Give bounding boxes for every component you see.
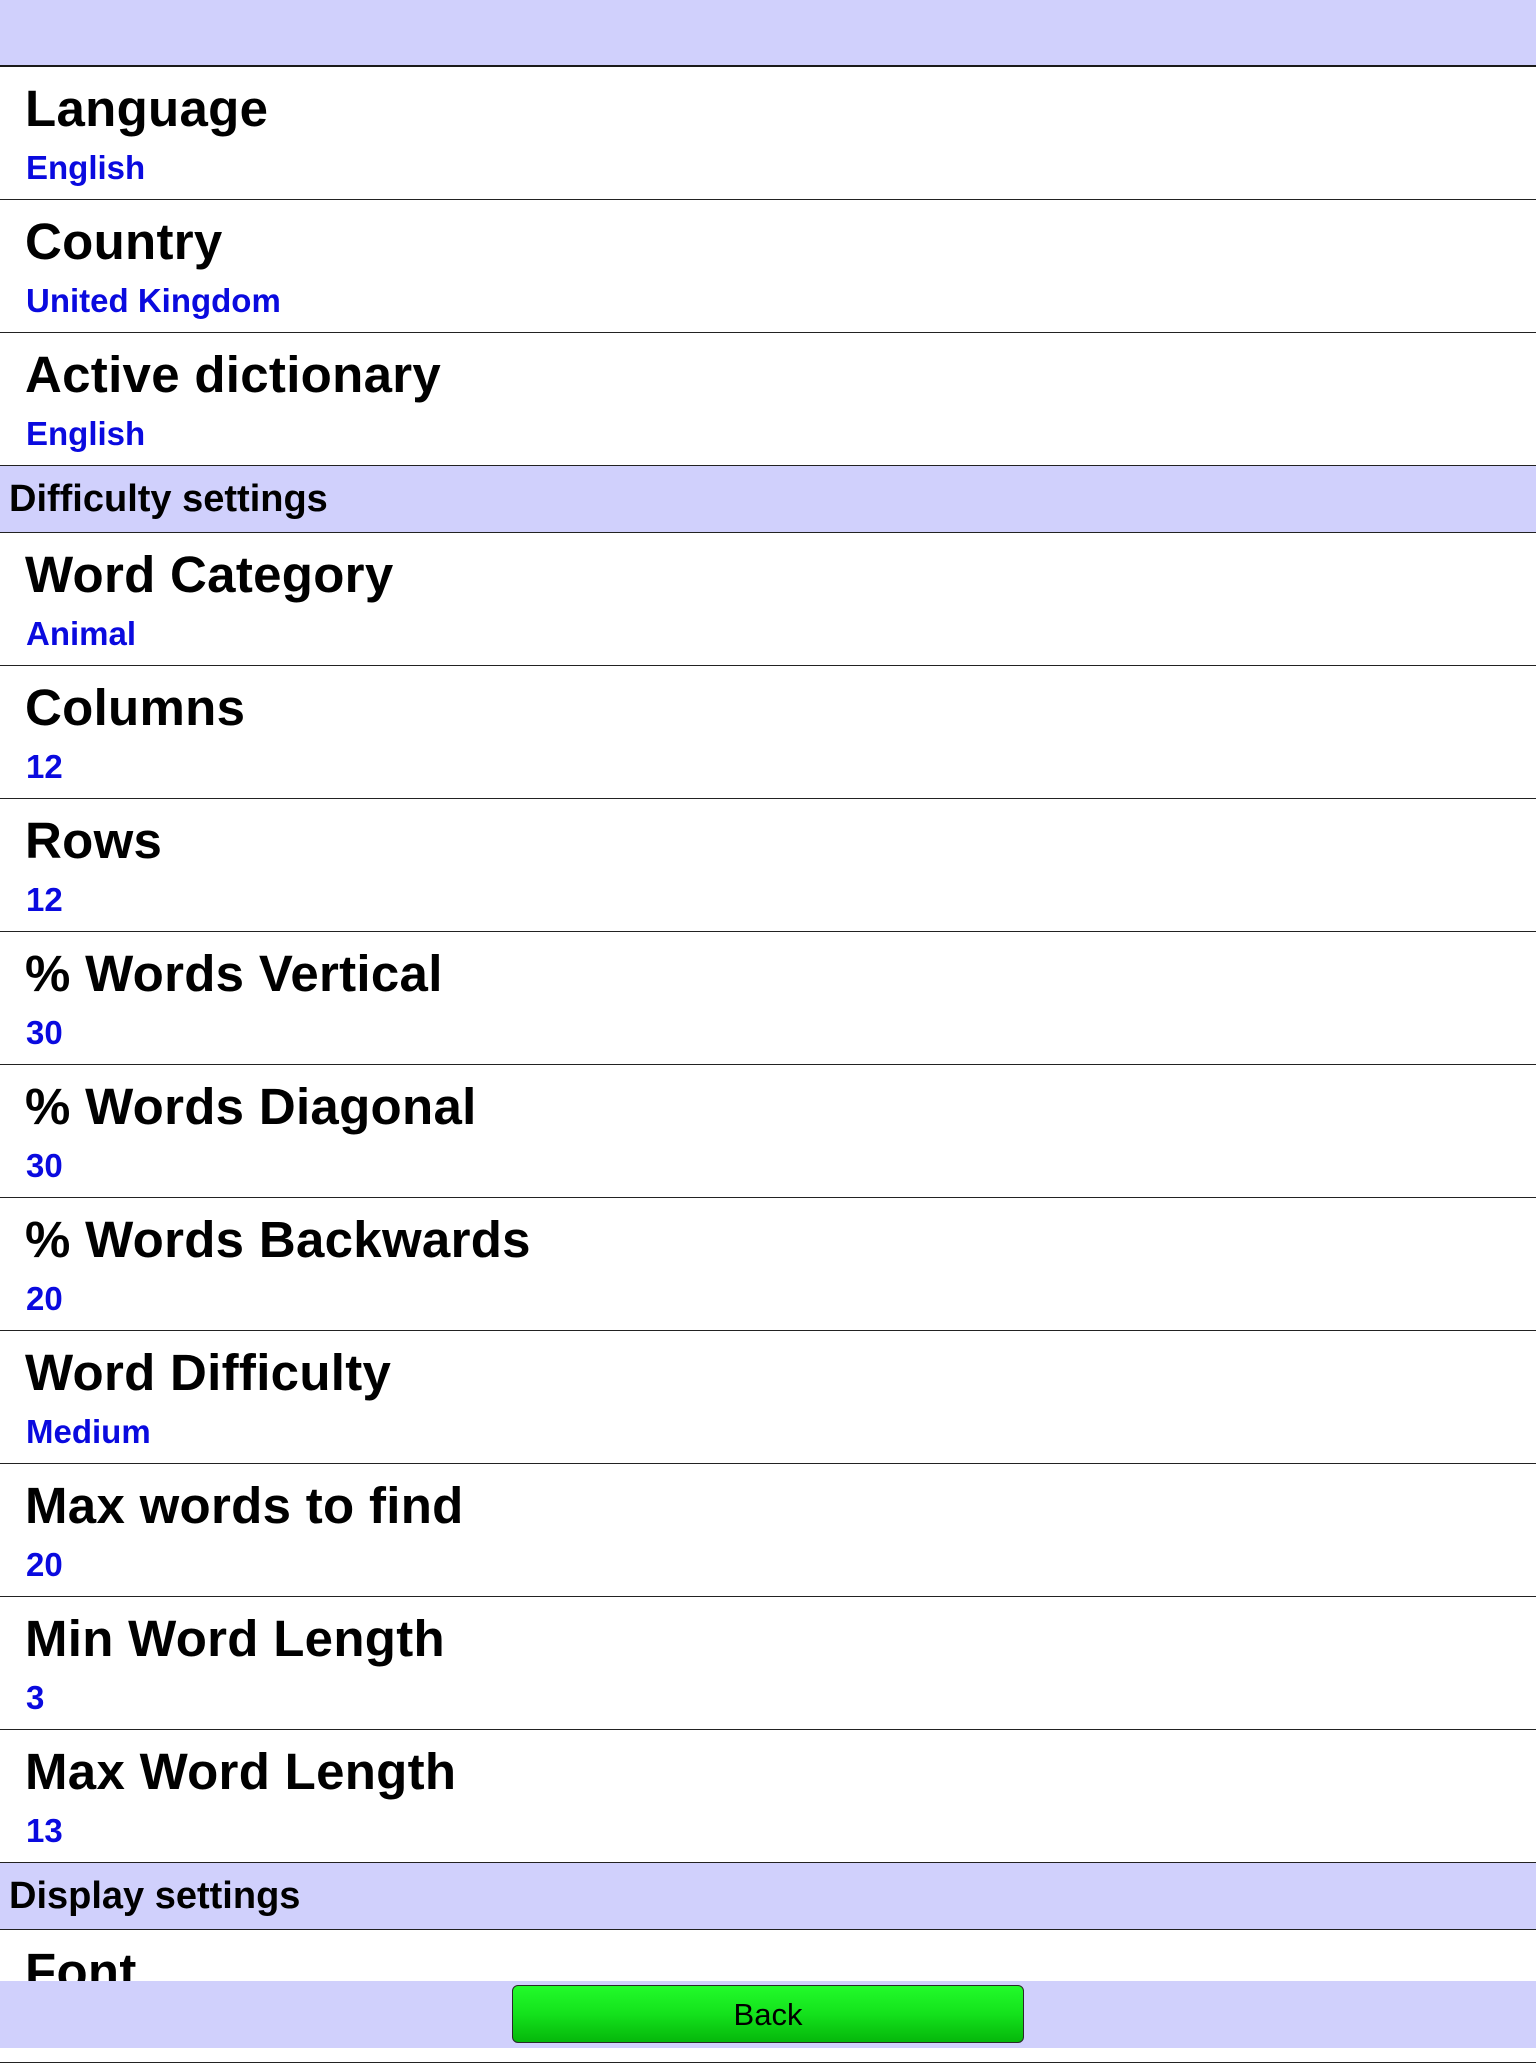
section-header-difficulty: Difficulty settings: [0, 466, 1536, 533]
setting-label: Language: [25, 80, 269, 137]
top-header-bar: [0, 0, 1536, 67]
setting-label: Word Difficulty: [25, 1344, 392, 1401]
setting-label: Max words to find: [25, 1477, 464, 1534]
setting-max-words-to-find[interactable]: Max words to find 20: [0, 1464, 1536, 1597]
setting-value: 12: [26, 748, 63, 785]
setting-label: Word Category: [25, 546, 394, 603]
setting-label: % Words Backwards: [25, 1211, 531, 1268]
settings-list[interactable]: Language English Country United Kingdom …: [0, 67, 1536, 2063]
setting-label: Columns: [25, 679, 246, 736]
setting-value: United Kingdom: [26, 282, 281, 319]
setting-value: 12: [26, 881, 63, 918]
setting-value: Animal: [26, 615, 137, 652]
section-title: Difficulty settings: [9, 478, 328, 520]
back-button[interactable]: Back: [512, 1985, 1024, 2043]
setting-columns[interactable]: Columns 12: [0, 666, 1536, 799]
setting-label: Rows: [25, 812, 163, 869]
setting-value: Medium: [26, 1413, 151, 1450]
setting-value: English: [26, 149, 146, 186]
setting-word-difficulty[interactable]: Word Difficulty Medium: [0, 1331, 1536, 1464]
setting-country[interactable]: Country United Kingdom: [0, 200, 1536, 333]
setting-label: Country: [25, 213, 223, 270]
setting-words-vertical[interactable]: % Words Vertical 30: [0, 932, 1536, 1065]
setting-min-word-length[interactable]: Min Word Length 3: [0, 1597, 1536, 1730]
setting-label: % Words Diagonal: [25, 1078, 477, 1135]
section-title: Display settings: [9, 1875, 301, 1917]
setting-rows[interactable]: Rows 12: [0, 799, 1536, 932]
setting-label: % Words Vertical: [25, 945, 443, 1002]
setting-active-dictionary[interactable]: Active dictionary English: [0, 333, 1536, 466]
setting-value: English: [26, 415, 146, 452]
setting-label: Active dictionary: [25, 346, 442, 403]
setting-value: 20: [26, 1280, 63, 1317]
setting-value: 20: [26, 1546, 63, 1583]
setting-words-diagonal[interactable]: % Words Diagonal 30: [0, 1065, 1536, 1198]
setting-max-word-length[interactable]: Max Word Length 13: [0, 1730, 1536, 1863]
setting-label: Min Word Length: [25, 1610, 445, 1667]
footer-bar: Back: [0, 1981, 1536, 2048]
setting-words-backwards[interactable]: % Words Backwards 20: [0, 1198, 1536, 1331]
setting-value: 13: [26, 1812, 63, 1849]
setting-language[interactable]: Language English: [0, 67, 1536, 200]
setting-label: Max Word Length: [25, 1743, 457, 1800]
setting-word-category[interactable]: Word Category Animal: [0, 533, 1536, 666]
section-header-display: Display settings: [0, 1863, 1536, 1930]
setting-value: 30: [26, 1014, 63, 1051]
setting-value: 30: [26, 1147, 63, 1184]
setting-value: 3: [26, 1679, 45, 1716]
